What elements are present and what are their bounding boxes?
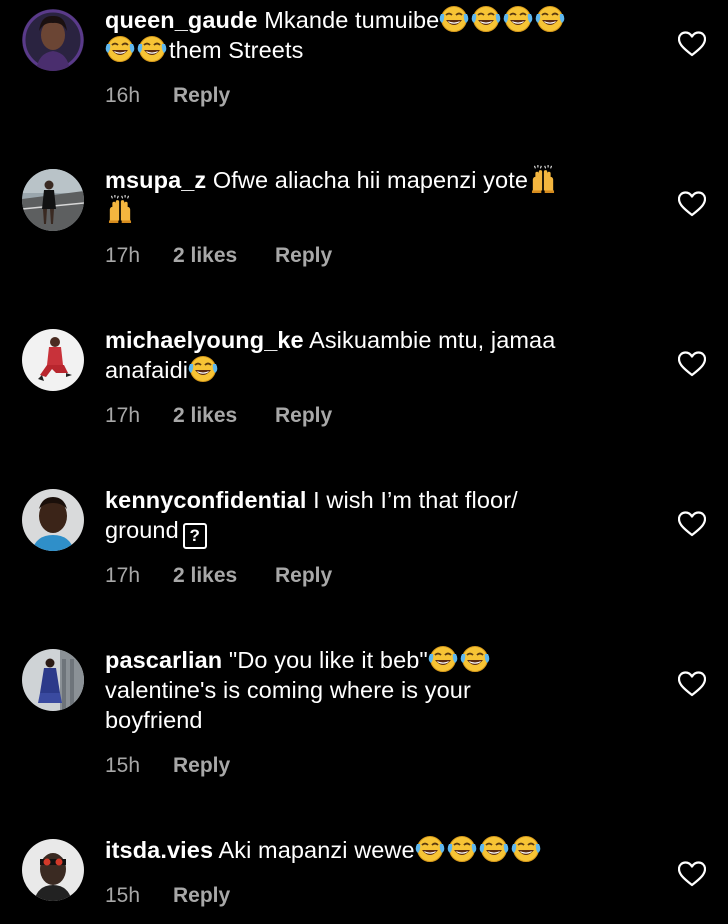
username[interactable]: kennyconfidential <box>105 487 306 513</box>
laughing-emoji-icon <box>478 835 509 863</box>
comment-meta: 17h 2 likes Reply <box>105 564 332 588</box>
likes-count-link[interactable]: 2 likes <box>173 404 275 428</box>
laughing-emoji-icon <box>137 35 167 63</box>
username[interactable]: msupa_z <box>105 167 206 193</box>
timestamp: 17h <box>105 404 141 427</box>
like-heart-icon[interactable] <box>678 351 706 377</box>
avatar[interactable] <box>22 169 84 231</box>
avatar[interactable] <box>22 9 84 71</box>
comment-meta: 17h 2 likes Reply <box>105 404 332 428</box>
avatar-image <box>22 839 84 901</box>
avatar-image <box>22 9 84 71</box>
comment-body-continued: valentine's is coming where is your <box>105 677 471 703</box>
comment-text: queen_gaude Mkande tumuibe them Streets <box>105 5 645 65</box>
timestamp: 17h <box>105 564 141 587</box>
comment-body: Ofwe aliacha hii mapenzi yote <box>212 167 528 193</box>
like-heart-icon[interactable] <box>678 671 706 697</box>
comment-meta: 15h Reply <box>105 754 230 778</box>
laughing-emoji-icon <box>446 835 477 863</box>
avatar[interactable] <box>22 489 84 551</box>
comment-body: Aki mapanzi wewe <box>218 837 415 863</box>
laughing-emoji-icon <box>510 835 541 863</box>
laughing-emoji-icon <box>427 645 458 673</box>
raising-hands-icon <box>105 195 135 223</box>
reply-button[interactable]: Reply <box>173 884 230 908</box>
reply-button[interactable]: Reply <box>173 84 230 108</box>
comment-meta: 15h Reply <box>105 884 230 908</box>
avatar-image <box>22 489 84 551</box>
timestamp: 16h <box>105 84 141 107</box>
raising-hands-icon <box>528 165 558 193</box>
comment-body: Mkande tumuibe <box>264 7 440 33</box>
comment-body-continued: boyfriend <box>105 707 203 733</box>
username[interactable]: queen_gaude <box>105 7 258 33</box>
timestamp: 15h <box>105 884 141 907</box>
laughing-emoji-icon <box>459 645 490 673</box>
comment-text: michaelyoung_ke Asikuambie mtu, jamaa ana… <box>105 325 645 385</box>
comment-body-continued: them Streets <box>169 37 304 63</box>
comment-body: I wish I’m that floor/ <box>313 487 518 513</box>
avatar-image <box>22 169 84 231</box>
comment-text: kennyconfidential I wish I’m that floor/… <box>105 485 645 549</box>
likes-count-link[interactable]: 2 likes <box>173 564 275 588</box>
comment-body: "Do you like it beb" <box>228 647 428 673</box>
username[interactable]: itsda.vies <box>105 837 213 863</box>
comment-meta: 17h 2 likes Reply <box>105 244 332 268</box>
laughing-emoji-icon <box>105 35 135 63</box>
comment-text: itsda.vies Aki mapanzi wewe <box>105 835 645 865</box>
comment-body: Asikuambie mtu, jamaa <box>309 327 556 353</box>
avatar[interactable] <box>22 329 84 391</box>
laughing-emoji-icon <box>414 835 445 863</box>
timestamp: 15h <box>105 754 141 777</box>
reply-button[interactable]: Reply <box>173 754 230 778</box>
laughing-emoji-icon <box>503 5 534 33</box>
reply-button[interactable]: Reply <box>275 244 332 268</box>
avatar[interactable] <box>22 649 84 711</box>
laughing-emoji-icon <box>439 5 470 33</box>
like-heart-icon[interactable] <box>678 861 706 887</box>
comment-body-continued: ground <box>105 517 179 543</box>
username[interactable]: pascarlian <box>105 647 222 673</box>
like-heart-icon[interactable] <box>678 31 706 57</box>
comment-body-continued: anafaidi <box>105 357 189 383</box>
likes-count-link[interactable]: 2 likes <box>173 244 275 268</box>
laughing-emoji-icon <box>188 355 219 383</box>
comment-meta: 16h Reply <box>105 84 230 108</box>
unsupported-glyph-icon: ? <box>182 523 207 549</box>
avatar-image <box>22 649 84 711</box>
like-heart-icon[interactable] <box>678 191 706 217</box>
username[interactable]: michaelyoung_ke <box>105 327 304 353</box>
avatar[interactable] <box>22 839 84 901</box>
avatar-image <box>22 329 84 391</box>
comment-text: pascarlian "Do you like it beb" valentine… <box>105 645 645 735</box>
comment-text: msupa_z Ofwe aliacha hii mapenzi yote <box>105 165 645 225</box>
like-heart-icon[interactable] <box>678 511 706 537</box>
timestamp: 17h <box>105 244 141 267</box>
laughing-emoji-icon <box>471 5 502 33</box>
laughing-emoji-icon <box>535 5 566 33</box>
reply-button[interactable]: Reply <box>275 404 332 428</box>
reply-button[interactable]: Reply <box>275 564 332 588</box>
